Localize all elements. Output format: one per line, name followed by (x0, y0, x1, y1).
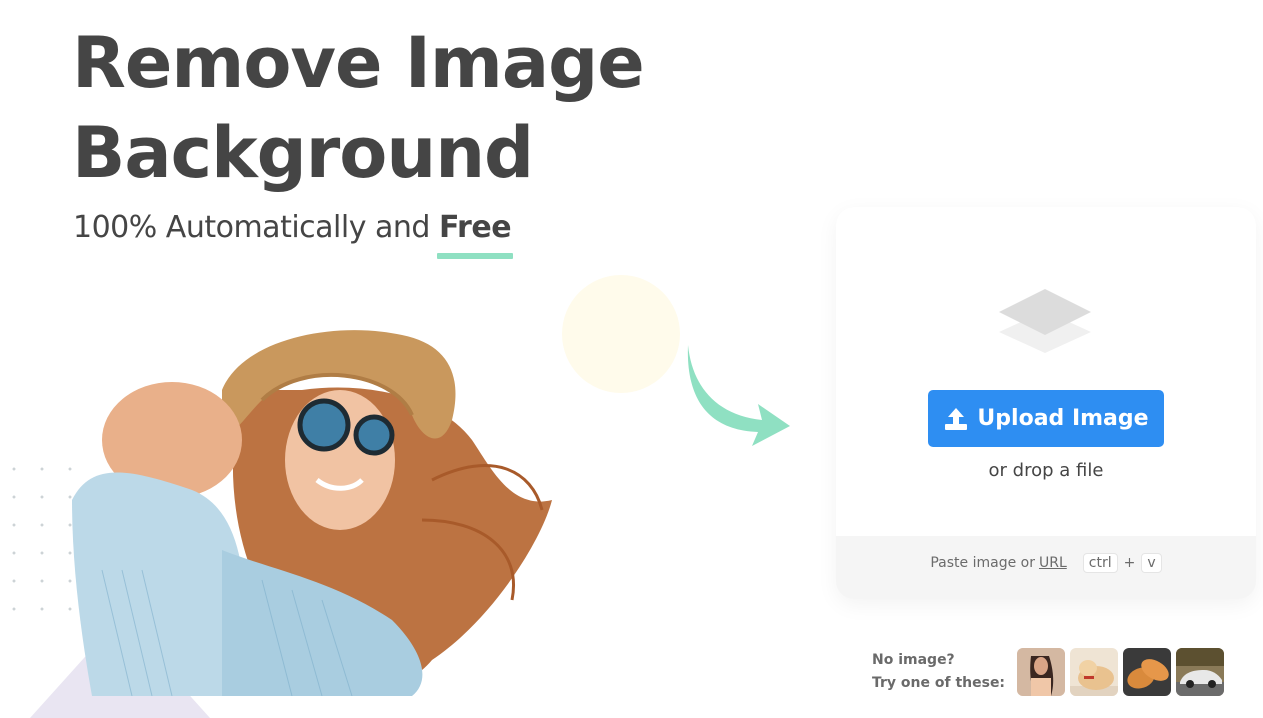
layers-icon (999, 289, 1091, 353)
page-title: Remove Image Background (72, 18, 645, 198)
sun-circle-decoration (562, 275, 680, 393)
sample-images: No image? Try one of these: (872, 648, 1225, 696)
url-link[interactable]: URL (1039, 555, 1067, 571)
paste-text: Paste image or (930, 555, 1035, 571)
sample-thumb-car[interactable] (1176, 648, 1225, 696)
drop-file-text: or drop a file (988, 460, 1104, 481)
subtitle: 100% Automatically and Free (73, 210, 512, 245)
upload-icon (945, 407, 968, 430)
sample-thumb-dog[interactable] (1070, 648, 1119, 696)
sunglasses-right-lens (353, 414, 395, 456)
hero-photo-woman (72, 330, 552, 696)
curved-arrow-icon (687, 345, 790, 446)
upload-button-label: Upload Image (977, 406, 1149, 431)
plus-sign: + (1123, 555, 1136, 571)
sample-thumb-bread[interactable] (1123, 648, 1172, 696)
shirt-sleeve (72, 472, 246, 696)
title-line-2: Background (72, 112, 534, 194)
subtitle-prefix: 100% Automatically and (73, 210, 439, 245)
v-key: v (1141, 553, 1162, 573)
drop-zone[interactable]: Upload Image or drop a file (836, 207, 1256, 536)
title-line-1: Remove Image (72, 22, 645, 104)
subtitle-emphasis: Free (438, 210, 512, 245)
upload-image-button[interactable]: Upload Image (928, 390, 1164, 447)
paste-hint: Paste image or URL ctrl + v (836, 553, 1256, 573)
sample-thumb-woman[interactable] (1017, 648, 1066, 696)
sunglasses-left-lens (297, 398, 351, 452)
sample-prompt: No image? Try one of these: (872, 649, 1005, 695)
ctrl-key: ctrl (1082, 553, 1118, 573)
upload-card: Upload Image or drop a file Paste image … (836, 207, 1256, 599)
sample-prompt-line1: No image? (872, 652, 955, 668)
sample-prompt-line2: Try one of these: (872, 675, 1006, 691)
sample-thumbnails (1017, 648, 1225, 696)
